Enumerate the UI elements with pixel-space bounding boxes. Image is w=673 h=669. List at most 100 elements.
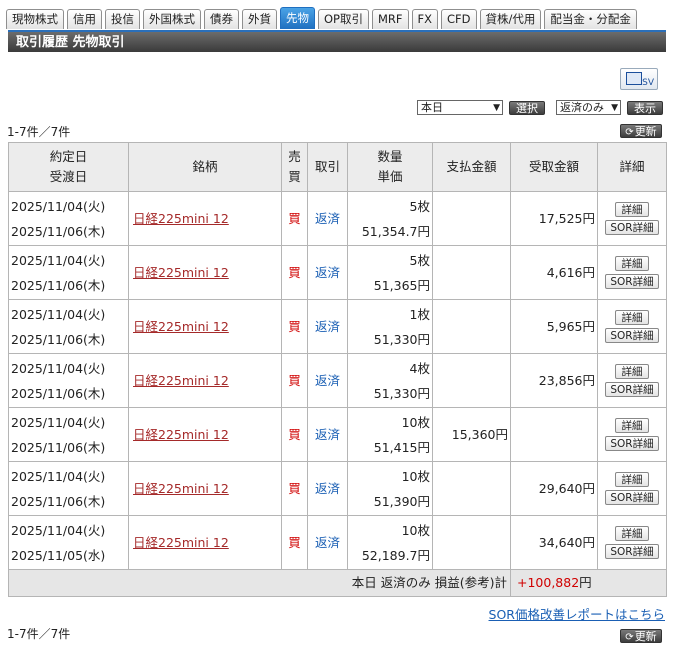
- side-cell: 買: [281, 299, 308, 354]
- date-cell: 2025/11/04(火) 2025/11/06(木): [8, 299, 129, 354]
- summary-row: 本日 返済のみ 損益(参考)計 +100,882円: [8, 569, 667, 597]
- settle-date: 2025/11/06(木): [11, 439, 106, 455]
- date-cell: 2025/11/04(火) 2025/11/05(水): [8, 515, 129, 570]
- detail-button[interactable]: 詳細: [615, 418, 649, 433]
- summary-unit: 円: [579, 575, 592, 590]
- header-buy: 買: [288, 169, 301, 184]
- sor-detail-button[interactable]: SOR詳細: [605, 436, 659, 451]
- summary-value-cell: +100,882円: [510, 569, 667, 597]
- result-count-bottom: 1-7件／7件: [7, 627, 71, 641]
- tab-3[interactable]: 外国株式: [143, 9, 201, 29]
- side-cell: 買: [281, 407, 308, 462]
- tab-0[interactable]: 現物株式: [6, 9, 64, 29]
- recv-amount: 34,640円: [510, 515, 598, 570]
- chevron-down-icon: ▼: [493, 103, 500, 113]
- detail-cell: 詳細 SOR詳細: [597, 191, 667, 246]
- trade-type-link[interactable]: 返済: [315, 427, 340, 442]
- quantity: 4枚: [409, 360, 430, 376]
- detail-button[interactable]: 詳細: [615, 364, 649, 379]
- period-select[interactable]: 本日 ▼: [417, 100, 503, 115]
- sor-detail-button[interactable]: SOR詳細: [605, 382, 659, 397]
- pay-amount: 15,360円: [432, 407, 511, 462]
- detail-button[interactable]: 詳細: [615, 526, 649, 541]
- sor-report-link[interactable]: SOR価格改善レポートはこちら: [489, 604, 665, 623]
- csv-download-button[interactable]: CSV: [620, 68, 658, 90]
- spreadsheet-icon: [626, 72, 642, 85]
- tab-4[interactable]: 債券: [204, 9, 239, 29]
- trade-type-link[interactable]: 返済: [315, 481, 340, 496]
- summary-label: 本日 返済のみ 損益(参考)計: [8, 569, 511, 597]
- recv-amount: 23,856円: [510, 353, 598, 408]
- instrument-link[interactable]: 日経225mini 12: [133, 535, 229, 550]
- table-row: 2025/11/04(火) 2025/11/06(木) 日経225mini 12 買返…: [8, 461, 667, 516]
- header-pay: 支払金額: [432, 142, 511, 192]
- instrument-link[interactable]: 日経225mini 12: [133, 427, 229, 442]
- date-cell: 2025/11/04(火) 2025/11/06(木): [8, 461, 129, 516]
- tab-6[interactable]: 先物: [280, 7, 315, 29]
- sor-detail-button[interactable]: SOR詳細: [605, 490, 659, 505]
- header-settle-date: 受渡日: [49, 169, 88, 184]
- header-unit-price: 単価: [377, 169, 403, 184]
- trade-type-link[interactable]: 返済: [315, 319, 340, 334]
- settle-date: 2025/11/06(木): [11, 493, 106, 509]
- detail-cell: 詳細 SOR詳細: [597, 245, 667, 300]
- tab-2[interactable]: 投信: [105, 9, 140, 29]
- detail-button[interactable]: 詳細: [615, 202, 649, 217]
- refresh-button-top[interactable]: ⟳更新: [620, 124, 662, 138]
- trade-type-link[interactable]: 返済: [315, 211, 340, 226]
- qty-cell: 10枚 52,189.7円: [347, 515, 433, 570]
- detail-cell: 詳細 SOR詳細: [597, 299, 667, 354]
- detail-button[interactable]: 詳細: [615, 310, 649, 325]
- quantity: 1枚: [409, 306, 430, 322]
- quantity: 5枚: [409, 198, 430, 214]
- pay-amount: [432, 461, 511, 516]
- type-cell: 返済: [307, 515, 348, 570]
- quantity: 10枚: [401, 522, 430, 538]
- qty-cell: 4枚 51,330円: [347, 353, 433, 408]
- trade-date: 2025/11/04(火): [11, 360, 106, 376]
- detail-button[interactable]: 詳細: [615, 472, 649, 487]
- instrument-link[interactable]: 日経225mini 12: [133, 481, 229, 496]
- trade-type-link[interactable]: 返済: [315, 265, 340, 280]
- quantity: 10枚: [401, 468, 430, 484]
- status-select[interactable]: 返済のみ ▼: [556, 100, 621, 115]
- side-cell: 買: [281, 515, 308, 570]
- quantity: 5枚: [409, 252, 430, 268]
- refresh-button-bottom[interactable]: ⟳更新: [620, 629, 662, 643]
- side-cell: 買: [281, 353, 308, 408]
- trade-type-link[interactable]: 返済: [315, 535, 340, 550]
- sor-detail-button[interactable]: SOR詳細: [605, 328, 659, 343]
- instrument-link[interactable]: 日経225mini 12: [133, 373, 229, 388]
- qty-cell: 10枚 51,415円: [347, 407, 433, 462]
- unit-price: 51,354.7円: [361, 223, 430, 239]
- tab-7[interactable]: OP取引: [318, 9, 369, 29]
- tab-10[interactable]: CFD: [441, 9, 477, 29]
- tab-1[interactable]: 信用: [67, 9, 102, 29]
- tab-8[interactable]: MRF: [372, 9, 409, 29]
- sor-detail-button[interactable]: SOR詳細: [605, 274, 659, 289]
- table-row: 2025/11/04(火) 2025/11/06(木) 日経225mini 12 買返…: [8, 191, 667, 246]
- tab-11[interactable]: 貸株/代用: [479, 9, 542, 29]
- sor-detail-button[interactable]: SOR詳細: [605, 544, 659, 559]
- recv-amount: 4,616円: [510, 245, 598, 300]
- tab-9[interactable]: FX: [411, 9, 439, 29]
- side-cell: 買: [281, 461, 308, 516]
- show-button[interactable]: 表示: [627, 101, 663, 115]
- type-cell: 返済: [307, 245, 348, 300]
- header-qty: 数量 単価: [347, 142, 433, 192]
- unit-price: 51,390円: [373, 493, 430, 509]
- trade-date: 2025/11/04(火): [11, 306, 106, 322]
- trade-date: 2025/11/04(火): [11, 414, 106, 430]
- select-button[interactable]: 選択: [509, 101, 545, 115]
- tab-12[interactable]: 配当金・分配金: [544, 9, 637, 29]
- refresh-icon: ⟳: [625, 632, 634, 643]
- sor-detail-button[interactable]: SOR詳細: [605, 220, 659, 235]
- instrument-link[interactable]: 日経225mini 12: [133, 319, 229, 334]
- instrument-link[interactable]: 日経225mini 12: [133, 211, 229, 226]
- tab-5[interactable]: 外貨: [242, 9, 277, 29]
- trade-type-link[interactable]: 返済: [315, 373, 340, 388]
- instrument-link[interactable]: 日経225mini 12: [133, 265, 229, 280]
- detail-button[interactable]: 詳細: [615, 256, 649, 271]
- date-cell: 2025/11/04(火) 2025/11/06(木): [8, 353, 129, 408]
- pay-amount: [432, 299, 511, 354]
